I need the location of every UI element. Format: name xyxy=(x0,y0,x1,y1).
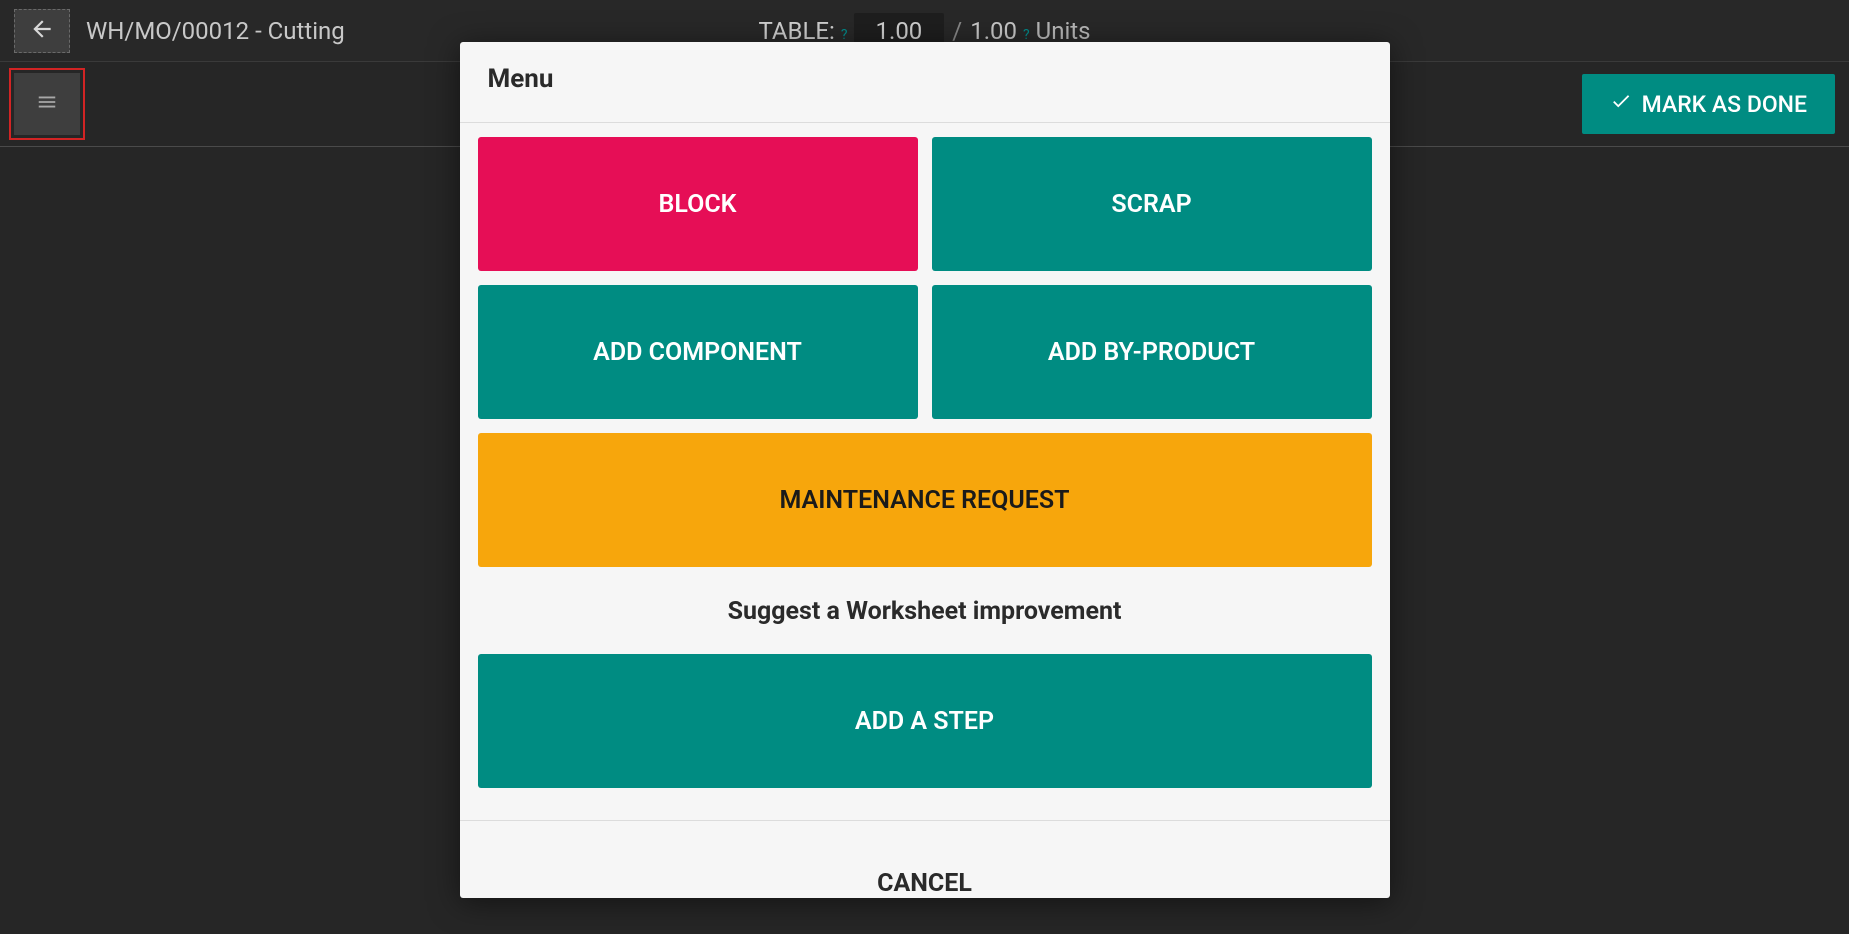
menu-modal: Menu BLOCK SCRAP ADD COMPONENT ADD BY-PR… xyxy=(460,42,1390,898)
modal-header: Menu xyxy=(460,42,1390,123)
help-icon-2[interactable]: ? xyxy=(1023,27,1030,43)
cancel-button[interactable]: CANCEL xyxy=(877,869,972,898)
check-icon xyxy=(1610,90,1632,118)
menu-button[interactable] xyxy=(14,73,80,135)
help-icon[interactable]: ? xyxy=(841,27,848,43)
page-title: WH/MO/00012 - Cutting xyxy=(86,17,345,45)
suggest-subtitle: Suggest a Worksheet improvement xyxy=(478,597,1372,626)
hamburger-icon xyxy=(34,91,60,117)
add-a-step-button[interactable]: ADD A STEP xyxy=(478,654,1372,788)
add-by-product-button[interactable]: ADD BY-PRODUCT xyxy=(932,285,1372,419)
table-label: TABLE: xyxy=(758,17,834,45)
modal-body: BLOCK SCRAP ADD COMPONENT ADD BY-PRODUCT… xyxy=(460,123,1390,806)
mark-as-done-button[interactable]: MARK AS DONE xyxy=(1582,74,1835,134)
maintenance-request-button[interactable]: MAINTENANCE REQUEST xyxy=(478,433,1372,567)
modal-footer: CANCEL xyxy=(460,821,1390,898)
mark-as-done-label: MARK AS DONE xyxy=(1642,91,1807,118)
add-component-button[interactable]: ADD COMPONENT xyxy=(478,285,918,419)
qty-total: 1.00 xyxy=(970,17,1017,45)
menu-button-grid: BLOCK SCRAP ADD COMPONENT ADD BY-PRODUCT… xyxy=(478,137,1372,567)
block-button[interactable]: BLOCK xyxy=(478,137,918,271)
scrap-button[interactable]: SCRAP xyxy=(932,137,1372,271)
qty-separator: / xyxy=(952,17,962,45)
modal-title: Menu xyxy=(488,64,1362,94)
back-button[interactable] xyxy=(14,9,70,53)
units-label: Units xyxy=(1036,17,1091,45)
back-arrow-icon xyxy=(29,16,55,46)
